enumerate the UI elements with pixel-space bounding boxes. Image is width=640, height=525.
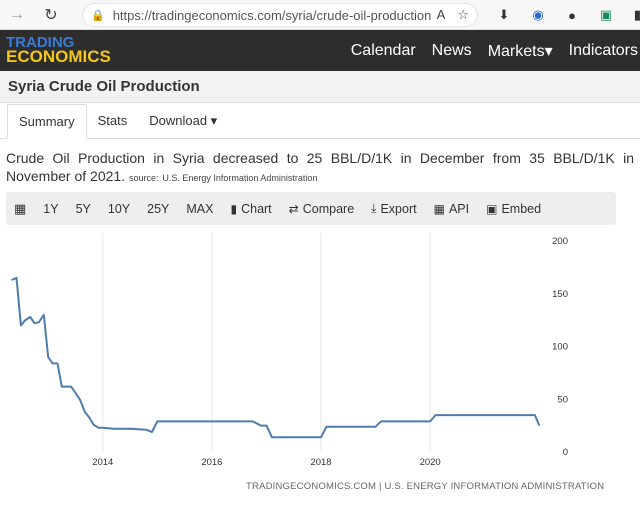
y-tick-label: 50 <box>557 394 568 405</box>
y-tick-label: 200 <box>552 236 568 247</box>
refresh-icon[interactable]: ↻ <box>40 4 62 26</box>
download-icon: ⤓ <box>371 201 377 215</box>
favorite-icon[interactable]: ☆ <box>457 7 469 23</box>
url-text[interactable]: https://tradingeconomics.com/syria/crude… <box>113 8 432 23</box>
range-25y-button[interactable]: 25Y <box>147 202 169 216</box>
export-label: Export <box>380 201 417 216</box>
page-title-bar: Syria Crude Oil Production <box>0 71 640 103</box>
x-tick-label: 2020 <box>420 457 441 468</box>
site-header: TRADING ECONOMICS Calendar News Markets▾… <box>0 30 640 71</box>
logo[interactable]: TRADING ECONOMICS <box>6 35 111 65</box>
chart-button[interactable]: ▮ Chart <box>230 202 271 216</box>
extension-icon[interactable]: ◧ <box>630 5 640 25</box>
lock-icon: 🔒 <box>91 9 105 22</box>
range-1y-button[interactable]: 1Y <box>43 202 58 216</box>
source-label: source: <box>128 173 159 183</box>
chart-label: Chart <box>241 201 272 216</box>
chart-svg: 2014 2016 2018 2020 0 50 100 150 200 <box>11 233 568 468</box>
export-button[interactable]: ⤓ Export <box>371 201 416 216</box>
embed-button[interactable]: ▣ Embed <box>486 202 541 216</box>
embed-label: Embed <box>501 201 542 216</box>
tab-bar: Summary Stats Download ▾ <box>0 103 640 139</box>
x-tick-label: 2014 <box>92 457 113 468</box>
range-5y-button[interactable]: 5Y <box>76 202 91 216</box>
source-text: U.S. Energy Information Administration <box>162 173 318 183</box>
nav-news[interactable]: News <box>432 42 472 60</box>
nav-markets[interactable]: Markets▾ <box>488 41 553 61</box>
compare-button[interactable]: ⇄ Compare <box>289 202 354 216</box>
chart: 2014 2016 2018 2020 0 50 100 150 200 <box>6 226 616 498</box>
bar-chart-icon: ▮ <box>230 201 238 216</box>
extension-icon[interactable]: ● <box>562 5 582 25</box>
range-max-button[interactable]: MAX <box>186 202 213 216</box>
x-tick-label: 2018 <box>310 457 331 468</box>
description-text: Crude Oil Production in Syria decreased … <box>6 150 634 184</box>
shuffle-icon: ⇄ <box>288 201 299 216</box>
back-icon[interactable]: → <box>6 4 28 26</box>
calendar-icon[interactable]: ▦ <box>14 201 26 217</box>
read-aloud-icon[interactable]: A <box>437 7 446 23</box>
browser-toolbar: → ↻ 🔒 https://tradingeconomics.com/syria… <box>0 0 640 30</box>
image-icon: ▣ <box>486 201 498 216</box>
api-button[interactable]: ▦ API <box>434 202 470 216</box>
nav-calendar[interactable]: Calendar <box>351 42 416 60</box>
chart-toolbar: ▦ 1Y 5Y 10Y 25Y MAX ▮ Chart ⇄ Compare ⤓ … <box>6 192 616 225</box>
extension-icon[interactable]: ◉ <box>528 5 548 25</box>
tab-stats[interactable]: Stats <box>87 103 139 138</box>
series-line <box>11 276 541 439</box>
range-10y-button[interactable]: 10Y <box>108 202 130 216</box>
tab-summary[interactable]: Summary <box>7 104 87 139</box>
nav-indicators[interactable]: Indicators <box>569 42 638 60</box>
grid-icon: ▦ <box>433 201 445 216</box>
x-tick-label: 2016 <box>201 457 222 468</box>
extension-icon[interactable]: ▣ <box>596 5 616 25</box>
description: Crude Oil Production in Syria decreased … <box>0 139 640 187</box>
chart-credit: TRADINGECONOMICS.COM | U.S. ENERGY INFOR… <box>246 481 605 492</box>
download-icon[interactable]: ⬇ <box>494 5 514 25</box>
compare-label: Compare <box>302 201 355 216</box>
y-tick-label: 150 <box>552 289 568 300</box>
y-tick-label: 100 <box>552 342 568 353</box>
page-title: Syria Crude Oil Production <box>8 78 200 95</box>
tab-download[interactable]: Download ▾ <box>138 103 228 138</box>
api-label: API <box>448 201 470 216</box>
main-nav: Calendar News Markets▾ Indicators <box>351 30 640 71</box>
y-tick-label: 0 <box>563 447 568 458</box>
address-bar[interactable]: 🔒 https://tradingeconomics.com/syria/cru… <box>82 3 478 27</box>
